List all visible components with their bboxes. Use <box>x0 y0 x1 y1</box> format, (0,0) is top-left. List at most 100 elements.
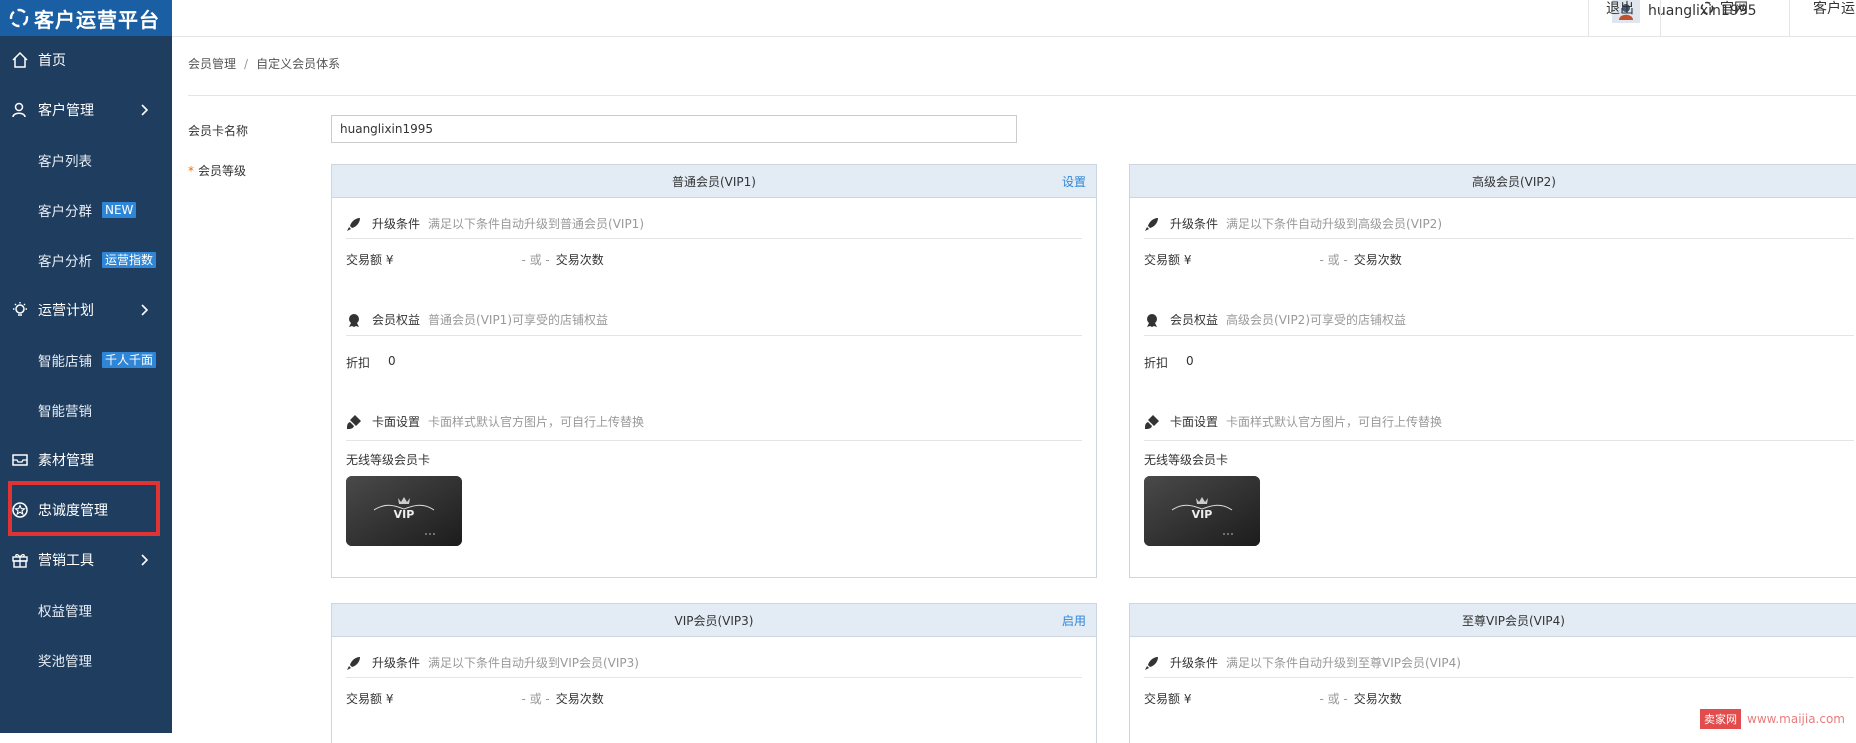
rocket-icon <box>1144 655 1160 671</box>
trade-amount-label: 交易额 ¥ <box>346 253 394 267</box>
trade-amount-field[interactable] <box>393 690 515 707</box>
new-badge: NEW <box>102 202 137 218</box>
chevron-right-icon <box>136 552 152 568</box>
trade-amount-label: 交易额 ¥ <box>1144 253 1192 267</box>
upgrade-title: 升级条件 <box>372 656 421 670</box>
mail-icon <box>10 450 30 470</box>
vip-card-image[interactable]: VIP <box>346 476 462 546</box>
ops-index-badge: 运营指数 <box>102 252 157 268</box>
rocket-icon <box>346 655 362 671</box>
sidebar-item-label: 运营计划 <box>38 303 94 319</box>
sidebar-item-label: 素材管理 <box>38 453 94 469</box>
level-card-vip1: 普通会员(VIP1) 设置 升级条件 满足以下条件自动升级到普通会员(VIP1) … <box>331 164 1097 578</box>
card-section-title: 卡面设置 卡面样式默认官方图片，可自行上传替换 <box>1144 413 1442 430</box>
breadcrumb-parent[interactable]: 会员管理 <box>188 57 236 71</box>
settings-link[interactable]: 设置 <box>1062 173 1086 190</box>
vip-text: VIP <box>1192 508 1213 521</box>
sidebar-item-customer-analysis[interactable]: 客户分析 运营指数 <box>0 240 172 280</box>
rights-title: 会员权益 <box>1170 313 1219 327</box>
trade-amount-field[interactable] <box>1191 690 1313 707</box>
upgrade-desc: 满足以下条件自动升级到高级会员(VIP2) <box>1226 217 1442 231</box>
sidebar-item-prize-pool[interactable]: 奖池管理 <box>0 640 172 680</box>
upgrade-section-title: 升级条件 满足以下条件自动升级到高级会员(VIP2) <box>1144 215 1442 232</box>
customer-ops-link[interactable]: 客户运 <box>1813 0 1855 17</box>
sidebar-item-label: 客户分析 <box>38 254 92 270</box>
level-card-vip3: VIP会员(VIP3) 启用 升级条件 满足以下条件自动升级到VIP会员(VIP3… <box>331 603 1097 743</box>
sidebar-item-label: 奖池管理 <box>38 654 92 670</box>
trade-count-label: 交易次数 <box>555 692 604 706</box>
logout-label: 退出 <box>1606 1 1634 17</box>
trade-amount-field[interactable] <box>393 251 515 268</box>
sidebar-item-smart-marketing[interactable]: 智能营销 <box>0 390 172 430</box>
or-label: - 或 - <box>521 253 550 267</box>
discount-row: 折扣 0 <box>346 354 396 371</box>
app-logo[interactable]: 客户运营平台 <box>0 0 172 36</box>
sidebar-item-label: 营销工具 <box>38 553 94 569</box>
upgrade-desc: 满足以下条件自动升级到VIP会员(VIP3) <box>428 656 639 670</box>
sidebar-item-customer-list[interactable]: 客户列表 <box>0 140 172 180</box>
discount-value[interactable]: 0 <box>1186 354 1194 371</box>
trade-count-label: 交易次数 <box>1353 253 1402 267</box>
brush-icon <box>346 414 362 430</box>
sidebar-item-customer-segments[interactable]: 客户分群 NEW <box>0 190 172 230</box>
required-mark: * <box>188 164 194 178</box>
sidebar-item-marketing-tools[interactable]: 营销工具 <box>0 540 172 580</box>
rights-desc: 高级会员(VIP2)可享受的店铺权益 <box>1226 313 1406 327</box>
sidebar-item-materials[interactable]: 素材管理 <box>0 440 172 480</box>
sidebar-item-label: 智能营销 <box>38 404 92 420</box>
section-divider <box>1144 335 1854 336</box>
section-divider <box>1144 238 1854 239</box>
sidebar-item-customer-management[interactable]: 客户管理 <box>0 90 172 130</box>
upgrade-title: 升级条件 <box>1170 217 1219 231</box>
gift-icon <box>10 550 30 570</box>
card-title: 卡面设置 <box>1170 415 1219 429</box>
watermark-url: www.maijia.com <box>1747 712 1845 726</box>
discount-row: 折扣 0 <box>1144 354 1194 371</box>
or-label: - 或 - <box>521 692 550 706</box>
card-section-title: 卡面设置 卡面样式默认官方图片，可自行上传替换 <box>346 413 644 430</box>
wireless-card-label: 无线等级会员卡 <box>1144 453 1229 467</box>
rights-section-title: 会员权益 普通会员(VIP1)可享受的店铺权益 <box>346 311 608 328</box>
sidebar-item-ops-plan[interactable]: 运营计划 <box>0 290 172 330</box>
card-desc: 卡面样式默认官方图片，可自行上传替换 <box>428 415 645 429</box>
trade-amount-field[interactable] <box>1191 251 1313 268</box>
or-label: - 或 - <box>1319 253 1348 267</box>
card-name-input[interactable] <box>331 115 1017 143</box>
topbar-divider <box>1660 0 1661 36</box>
topbar-divider <box>1789 0 1790 36</box>
rocket-icon <box>1144 216 1160 232</box>
level-card-header: 高级会员(VIP2) <box>1130 165 1856 198</box>
enable-link[interactable]: 启用 <box>1062 612 1086 629</box>
level-card-header: VIP会员(VIP3) 启用 <box>332 604 1096 637</box>
discount-label: 折扣 <box>1144 356 1169 370</box>
level-title: 至尊VIP会员(VIP4) <box>1462 613 1565 628</box>
vip-text: VIP <box>394 508 415 521</box>
rights-title: 会员权益 <box>372 313 421 327</box>
section-divider <box>1144 677 1854 678</box>
upgrade-conditions-row: 交易额 ¥ - 或 - 交易次数 <box>1144 251 1402 268</box>
sidebar-item-smart-store[interactable]: 智能店铺 千人千面 <box>0 340 172 380</box>
official-site-link[interactable]: 官网 <box>1700 0 1748 17</box>
logout-link[interactable]: 退出 <box>1606 0 1634 17</box>
sidebar-item-home[interactable]: 首页 <box>0 40 172 80</box>
chevron-right-icon <box>136 302 152 318</box>
section-divider <box>346 335 1082 336</box>
upgrade-conditions-row: 交易额 ¥ - 或 - 交易次数 <box>346 251 604 268</box>
section-divider <box>346 238 1082 239</box>
level-card-header: 普通会员(VIP1) 设置 <box>332 165 1096 198</box>
customer-ops-label: 客户运 <box>1813 1 1855 17</box>
upgrade-title: 升级条件 <box>1170 656 1219 670</box>
trade-amount-label: 交易额 ¥ <box>346 692 394 706</box>
upgrade-desc: 满足以下条件自动升级到至尊VIP会员(VIP4) <box>1226 656 1461 670</box>
upgrade-title: 升级条件 <box>372 217 421 231</box>
card-title: 卡面设置 <box>372 415 421 429</box>
discount-value[interactable]: 0 <box>388 354 396 371</box>
official-site-label: 官网 <box>1720 1 1748 17</box>
sidebar-item-rights-management[interactable]: 权益管理 <box>0 590 172 630</box>
sidebar-item-label: 智能店铺 <box>38 354 92 370</box>
sidebar-item-label: 客户分群 <box>38 204 92 220</box>
vip-card-image[interactable]: VIP <box>1144 476 1260 546</box>
breadcrumb: 会员管理 / 自定义会员体系 <box>188 55 340 72</box>
trade-amount-label: 交易额 ¥ <box>1144 692 1192 706</box>
upgrade-conditions-row: 交易额 ¥ - 或 - 交易次数 <box>346 690 604 707</box>
